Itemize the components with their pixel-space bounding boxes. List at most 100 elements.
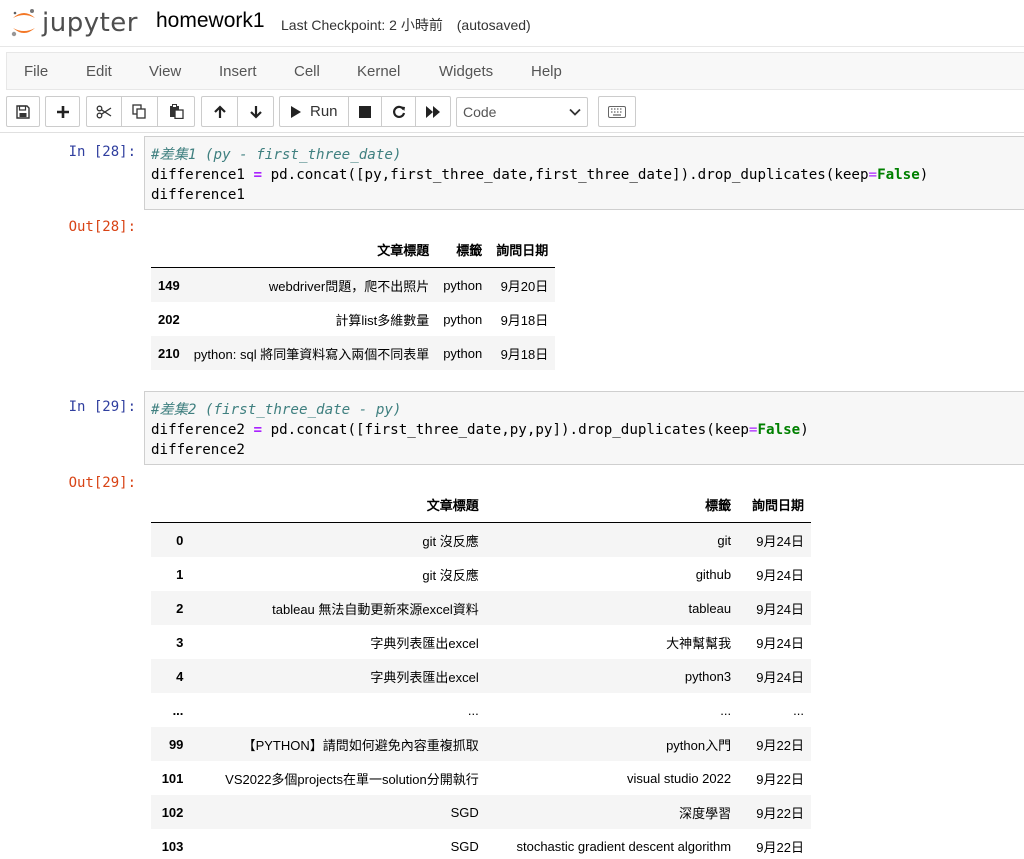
table-cell: git 沒反應 — [422, 567, 479, 583]
code-text: ) — [919, 167, 929, 183]
menu-view[interactable]: View — [149, 63, 181, 80]
cut-button[interactable] — [86, 96, 122, 127]
table-cell: SGD — [450, 804, 479, 820]
code-text: difference1 — [151, 187, 245, 203]
restart-icon — [392, 105, 405, 118]
row-index: 103 — [161, 838, 184, 854]
fast-forward-icon — [426, 105, 440, 118]
table-cell: 9月22日 — [756, 737, 804, 753]
dataframe-table-29: 文章標題 標籤 詢問日期 0 git 沒反應 git 9月24日 1 git 沒… — [151, 486, 811, 859]
column-header: 詢問日期 — [738, 486, 811, 523]
column-header: 詢問日期 — [489, 231, 556, 268]
table-cell: ... — [793, 702, 804, 718]
menu-help[interactable]: Help — [531, 63, 562, 80]
menu-insert[interactable]: Insert — [219, 63, 257, 80]
table-cell: 字典列表匯出excel — [370, 635, 479, 651]
table-cell: 9月24日 — [756, 601, 804, 617]
row-index: 102 — [161, 804, 184, 820]
table-row: 0 git 沒反應 git 9月24日 — [151, 522, 811, 557]
table-cell: 【PYTHON】請問如何避免內容重複抓取 — [242, 737, 479, 753]
dataframe-table-28: 文章標題 標籤 詢問日期 149 webdriver問題，爬不出照片 pytho… — [151, 231, 556, 370]
table-cell: python — [443, 345, 483, 361]
notebook-container: In [28]: #差集1 (py - first_three_date) di… — [0, 132, 1024, 859]
table-cell: python — [443, 311, 483, 327]
move-up-button[interactable] — [201, 96, 238, 127]
interrupt-button[interactable] — [348, 96, 382, 127]
keyboard-icon — [608, 105, 626, 118]
jupyter-logo[interactable]: jupyter — [10, 6, 138, 40]
row-index: 202 — [158, 311, 180, 327]
row-index: 101 — [161, 770, 184, 786]
run-label: Run — [310, 103, 338, 120]
index-header — [151, 231, 187, 268]
table-row: 1 git 沒反應 github 9月24日 — [151, 557, 811, 591]
table-cell: 字典列表匯出excel — [370, 669, 479, 685]
table-cell: github — [695, 566, 732, 582]
menu-file[interactable]: File — [24, 63, 48, 80]
menu-edit[interactable]: Edit — [86, 63, 112, 80]
scissors-icon — [96, 105, 112, 118]
menu-widgets[interactable]: Widgets — [439, 63, 493, 80]
copy-icon — [132, 104, 146, 119]
code-text: difference1 — [151, 167, 254, 183]
code-text: ) — [800, 422, 809, 438]
row-index: ... — [172, 702, 184, 718]
table-cell: git — [717, 532, 732, 548]
table-cell: python入門 — [666, 737, 732, 753]
restart-button[interactable] — [381, 96, 416, 127]
menu-kernel[interactable]: Kernel — [357, 63, 400, 80]
paste-button[interactable] — [157, 96, 195, 127]
row-index: 99 — [168, 736, 184, 752]
code-operator: = — [868, 167, 878, 183]
code-comment: #差集2 (first_three_date - py) — [151, 402, 402, 418]
restart-run-all-button[interactable] — [415, 96, 451, 127]
table-cell: 9月18日 — [500, 312, 549, 328]
row-index: 0 — [176, 532, 184, 548]
arrow-up-icon — [213, 104, 226, 118]
table-header-row: 文章標題 標籤 詢問日期 — [151, 486, 811, 523]
move-down-button[interactable] — [237, 96, 274, 127]
row-index: 2 — [176, 600, 184, 616]
run-button[interactable]: Run — [279, 96, 349, 127]
index-header — [151, 486, 191, 523]
cell-28-in-prompt: In [28]: — [68, 144, 136, 160]
column-header: 標籤 — [485, 486, 739, 523]
table-row: 2 tableau 無法自動更新來源excel資料 tableau 9月24日 — [151, 591, 811, 625]
table-cell: 9月20日 — [500, 278, 549, 294]
table-cell: 大神幫幫我 — [666, 635, 732, 651]
save-button[interactable] — [6, 96, 40, 127]
table-cell: 深度學習 — [679, 805, 732, 821]
table-cell: 9月24日 — [756, 567, 804, 583]
cell-28-input[interactable]: #差集1 (py - first_three_date) difference1… — [144, 136, 1024, 210]
cell-29-in-prompt: In [29]: — [68, 399, 136, 415]
checkpoint-text: Last Checkpoint: 2 小時前 — [281, 17, 443, 33]
header: jupyter homework1 Last Checkpoint: 2 小時前… — [0, 0, 1024, 47]
table-cell: webdriver問題，爬不出照片 — [268, 278, 430, 294]
row-index: 3 — [176, 634, 184, 650]
jupyter-logo-icon — [11, 9, 35, 37]
table-cell: python3 — [684, 668, 732, 684]
table-cell: python: sql 將同筆資料寫入兩個不同表單 — [193, 346, 430, 362]
notebook-name[interactable]: homework1 — [156, 9, 265, 33]
table-cell: 9月22日 — [756, 839, 804, 855]
insert-cell-button[interactable] — [45, 96, 80, 127]
command-palette-button[interactable] — [598, 96, 636, 127]
cell-28-out-prompt: Out[28]: — [68, 219, 136, 235]
cell-29-out-prompt: Out[29]: — [68, 475, 136, 491]
cell-type-select[interactable]: Code — [456, 97, 588, 127]
table-cell: 9月24日 — [756, 635, 804, 651]
code-text: difference2 — [151, 442, 245, 458]
cell-29-input[interactable]: #差集2 (first_three_date - py) difference2… — [144, 391, 1024, 465]
cell-28-code: #差集1 (py - first_three_date) difference1… — [145, 137, 1024, 205]
code-keyword: False — [757, 422, 801, 438]
copy-button[interactable] — [121, 96, 158, 127]
checkpoint-status: Last Checkpoint: 2 小時前 (autosaved) — [281, 15, 531, 35]
table-cell: 9月24日 — [756, 669, 804, 685]
menu-cell[interactable]: Cell — [294, 63, 320, 80]
table-cell: 9月24日 — [756, 533, 804, 549]
table-row: 103 SGD stochastic gradient descent algo… — [151, 829, 811, 859]
toolbar: Run Code — [0, 96, 1024, 130]
paste-icon — [169, 104, 184, 119]
code-keyword: False — [877, 167, 920, 183]
table-cell: 9月22日 — [756, 805, 804, 821]
